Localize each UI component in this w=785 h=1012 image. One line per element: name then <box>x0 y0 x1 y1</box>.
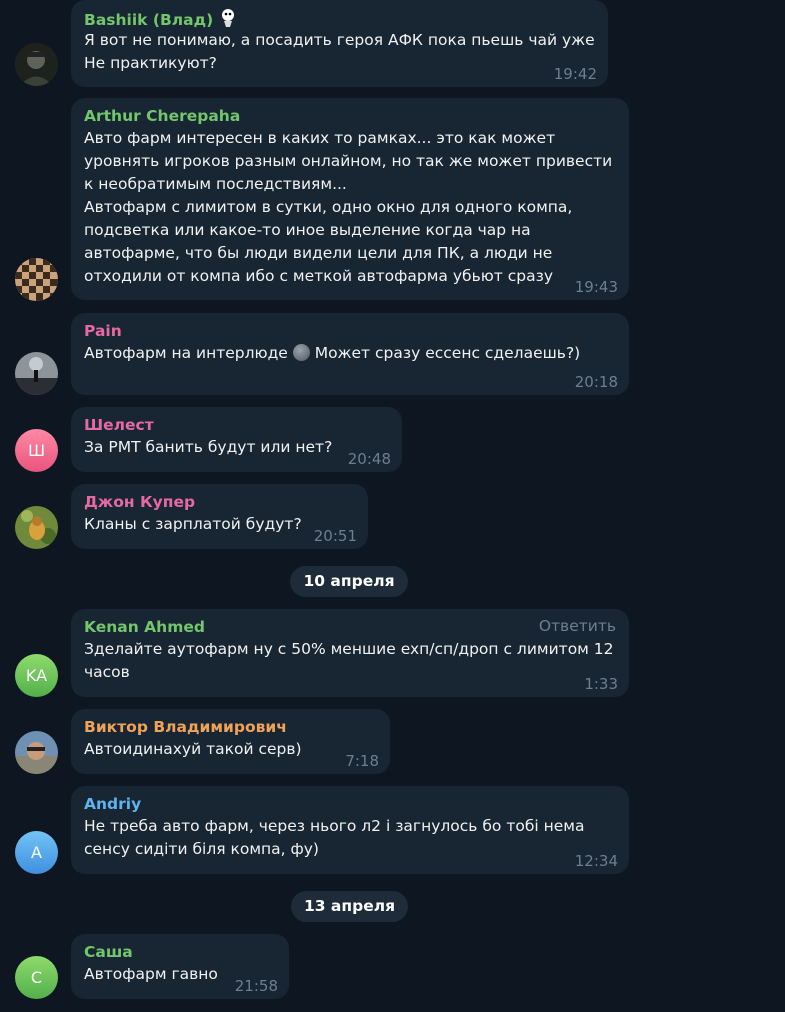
message-text: Я вот не понимаю, а посадить героя АФК п… <box>84 31 595 72</box>
reply-button[interactable]: Ответить <box>539 617 616 635</box>
message-time: 1:33 <box>584 675 618 693</box>
message-time: 19:42 <box>553 65 597 83</box>
avatar[interactable]: С <box>15 956 58 999</box>
message-time: 12:34 <box>574 852 618 870</box>
moon-emoji-icon <box>292 344 310 361</box>
avatar[interactable] <box>15 43 58 86</box>
sender-name[interactable]: Саша <box>84 942 276 963</box>
message-bubble[interactable]: Kenan Ahmed Ответить Зделайте аутофарм н… <box>71 609 629 697</box>
message-text: Не треба авто фарм, через нього л2 і заг… <box>84 817 585 858</box>
date-separator: 13 апреля <box>291 891 408 922</box>
sticker-emoji-icon <box>219 8 237 27</box>
avatar[interactable] <box>15 258 58 301</box>
avatar[interactable] <box>15 506 58 549</box>
message-time: 19:43 <box>574 278 618 296</box>
avatar-initials: С <box>30 968 43 987</box>
sender-name[interactable]: Виктор Владимирович <box>84 717 377 738</box>
message-text: За РМТ банить будут или нет? <box>84 438 333 456</box>
date-separator: 10 апреля <box>290 566 408 597</box>
avatar[interactable] <box>15 731 58 774</box>
message-bubble[interactable]: Arthur Cherepaha Авто фарм интересен в к… <box>71 98 629 300</box>
message-bubble[interactable]: Шелест За РМТ банить будут или нет? 20:4… <box>71 407 402 472</box>
message-bubble[interactable]: Bashiik (Влад) Я вот не понимаю, а посад… <box>71 0 608 87</box>
message-bubble[interactable]: Andriy Не треба авто фарм, через нього л… <box>71 786 629 874</box>
message-bubble[interactable]: Джон Купер Кланы с зарплатой будут? 20:5… <box>71 484 368 549</box>
avatar-initials: A <box>31 843 42 862</box>
message-text: Автофарм на интерлюде Может сразу ессенс… <box>84 344 581 362</box>
message-time: 20:48 <box>347 450 391 468</box>
message-time: 20:18 <box>574 373 618 391</box>
sender-name[interactable]: Pain <box>84 321 616 342</box>
message-bubble[interactable]: Pain Автофарм на интерлюде Может сразу е… <box>71 313 629 395</box>
message-time: 21:58 <box>234 977 278 995</box>
message-bubble[interactable]: Саша Автофарм гавно 21:58 <box>71 934 289 999</box>
avatar[interactable]: KA <box>15 654 58 697</box>
sender-name[interactable]: Andriy <box>84 794 616 815</box>
sender-name[interactable]: Bashiik (Влад) <box>84 8 595 29</box>
avatar[interactable]: Ш <box>15 429 58 472</box>
avatar[interactable] <box>15 352 58 395</box>
avatar-initials: KA <box>25 666 48 685</box>
sender-name[interactable]: Джон Купер <box>84 492 355 513</box>
message-bubble[interactable]: Виктор Владимирович Автоидинахуй такой с… <box>71 709 390 774</box>
avatar[interactable]: A <box>15 831 58 874</box>
message-text: Авто фарм интересен в каких то рамках...… <box>84 129 613 285</box>
sender-name[interactable]: Шелест <box>84 415 389 436</box>
message-time: 20:51 <box>313 527 357 545</box>
sender-name[interactable]: Arthur Cherepaha <box>84 106 616 127</box>
avatar-initials: Ш <box>27 441 46 460</box>
message-text: Зделайте аутофарм ну с 50% меншие exп/сп… <box>84 640 614 681</box>
sender-name[interactable]: Kenan Ahmed <box>84 617 616 638</box>
message-time: 7:18 <box>345 752 379 770</box>
message-text: Автоидинахуй такой серв) <box>84 740 302 758</box>
